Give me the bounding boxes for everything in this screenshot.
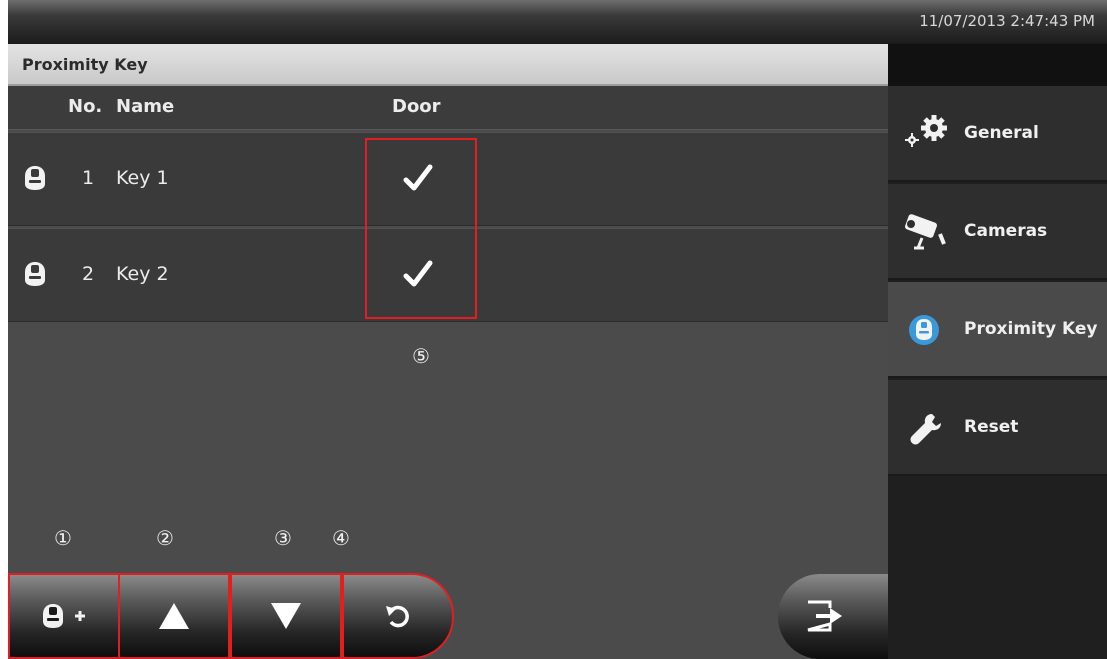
row-number: 1 [82,167,95,189]
callout-marker-1: ① [54,526,72,550]
callout-marker-3: ③ [274,526,292,550]
page-title: Proximity Key [22,55,148,74]
sidebar-item-label: Proximity Key [964,319,1098,339]
main-panel: No. Name Door 1 Key 1 2 Key 2 ⑤ ① ② ③ ④ [8,86,888,659]
row-name: Key 2 [116,263,169,285]
sidebar-item-general[interactable]: General [888,86,1107,182]
bottom-toolbar [8,573,454,659]
proximity-key-icon [909,315,939,345]
undo-icon [386,605,409,628]
move-down-button[interactable] [230,573,342,659]
exit-button[interactable] [778,574,888,659]
gear-icon [905,115,947,147]
exit-icon [807,600,842,632]
sidebar-item-cameras[interactable]: Cameras [888,184,1107,280]
arrow-down-icon [271,603,301,629]
key-fob-icon [25,262,45,286]
sidebar-item-label: General [964,123,1039,143]
column-header-door: Door [392,96,441,117]
move-up-button[interactable] [118,573,230,659]
callout-marker-4: ④ [332,526,350,550]
callout-marker-5: ⑤ [412,344,430,368]
title-side-filler [888,44,1107,86]
wrench-icon [910,414,941,445]
row-number: 2 [82,263,95,285]
column-header-no: No. [68,96,103,117]
row-name: Key 1 [116,167,169,189]
key-add-icon [43,604,85,628]
sidebar-item-label: Cameras [964,221,1048,241]
sidebar-item-reset[interactable]: Reset [888,380,1107,476]
datetime: 11/07/2013 2:47:43 PM [919,12,1095,30]
sidebar-item-proximity-key[interactable]: Proximity Key [888,282,1107,378]
page-title-bar: Proximity Key [8,44,888,86]
sidebar-item-label: Reset [964,417,1019,437]
key-fob-icon [25,166,45,190]
door-column-highlight [365,138,477,319]
add-key-button[interactable] [8,573,120,659]
column-header-name: Name [116,96,175,117]
callout-marker-2: ② [156,526,174,550]
camera-icon [905,214,946,250]
sidebar: General Cameras Proximity Key Reset [888,86,1107,659]
undo-button[interactable] [342,573,454,659]
table-header: No. Name Door [8,86,888,130]
arrow-up-icon [159,603,189,629]
status-bar: 11/07/2013 2:47:43 PM [8,0,1107,44]
